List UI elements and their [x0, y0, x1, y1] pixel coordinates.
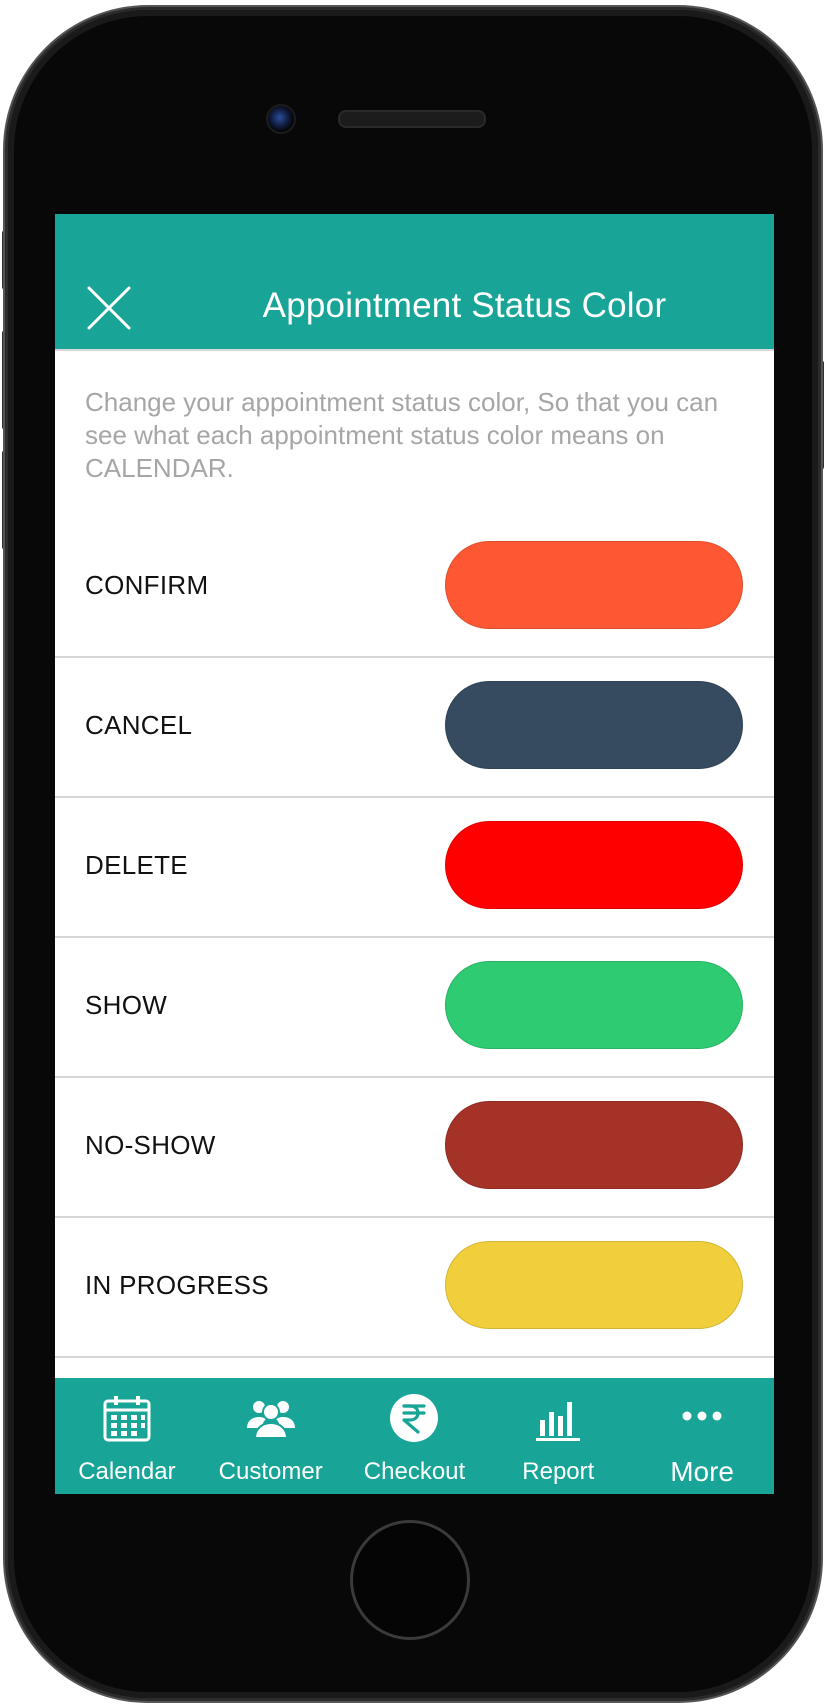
- color-swatch-no-show[interactable]: [445, 1101, 743, 1189]
- status-row-cancel: CANCEL: [55, 658, 774, 798]
- status-label: IN PROGRESS: [85, 1270, 269, 1300]
- front-camera: [266, 104, 296, 134]
- nav-more[interactable]: More: [630, 1378, 774, 1494]
- home-button[interactable]: [350, 1520, 470, 1640]
- rupee-icon: [390, 1394, 439, 1442]
- nav-customer[interactable]: Customer: [199, 1378, 343, 1494]
- color-swatch-cancel[interactable]: [445, 681, 743, 769]
- more-dots-icon: [682, 1411, 722, 1421]
- app-header: Appointment Status Color: [55, 214, 774, 351]
- status-label: CANCEL: [85, 710, 193, 740]
- earpiece-speaker: [338, 110, 486, 128]
- color-swatch-in-progress[interactable]: [445, 1241, 743, 1329]
- nav-calendar[interactable]: Calendar: [55, 1378, 199, 1494]
- description-text: Change your appointment status color, So…: [85, 387, 719, 483]
- status-row-no-show: NO-SHOW: [55, 1078, 774, 1218]
- status-row-in-progress: IN PROGRESS: [55, 1218, 774, 1358]
- nav-label: Customer: [218, 1458, 323, 1485]
- status-label: NO-SHOW: [85, 1130, 216, 1160]
- page-title: Appointment Status Color: [262, 286, 667, 325]
- app-screen: Appointment Status Color Change your app…: [55, 214, 774, 1494]
- device-frame: Appointment Status Color Change your app…: [0, 0, 826, 1708]
- nav-report[interactable]: Report: [486, 1378, 630, 1494]
- nav-label: Checkout: [363, 1458, 466, 1485]
- color-swatch-delete[interactable]: [445, 821, 743, 909]
- status-label: SHOW: [85, 990, 168, 1020]
- customers-icon: [246, 1401, 295, 1439]
- nav-label: Calendar: [78, 1458, 176, 1485]
- bar-chart-icon: [536, 1402, 581, 1441]
- status-color-list: CONFIRM CANCEL DELETE SHOW NO-SHOW IN PR…: [55, 518, 774, 1494]
- nav-checkout[interactable]: Checkout: [343, 1378, 487, 1494]
- close-icon[interactable]: [85, 284, 133, 332]
- status-label: DELETE: [85, 850, 188, 880]
- nav-label: More: [670, 1456, 734, 1487]
- bottom-navigation: Calendar Customer Checkout Report More: [55, 1378, 774, 1494]
- nav-label: Report: [522, 1458, 595, 1485]
- calendar-icon: [103, 1396, 151, 1442]
- status-row-delete: DELETE: [55, 798, 774, 938]
- color-swatch-confirm[interactable]: [445, 541, 743, 629]
- color-swatch-show[interactable]: [445, 961, 743, 1049]
- status-row-confirm: CONFIRM: [55, 518, 774, 658]
- status-label: CONFIRM: [85, 570, 209, 600]
- status-row-show: SHOW: [55, 938, 774, 1078]
